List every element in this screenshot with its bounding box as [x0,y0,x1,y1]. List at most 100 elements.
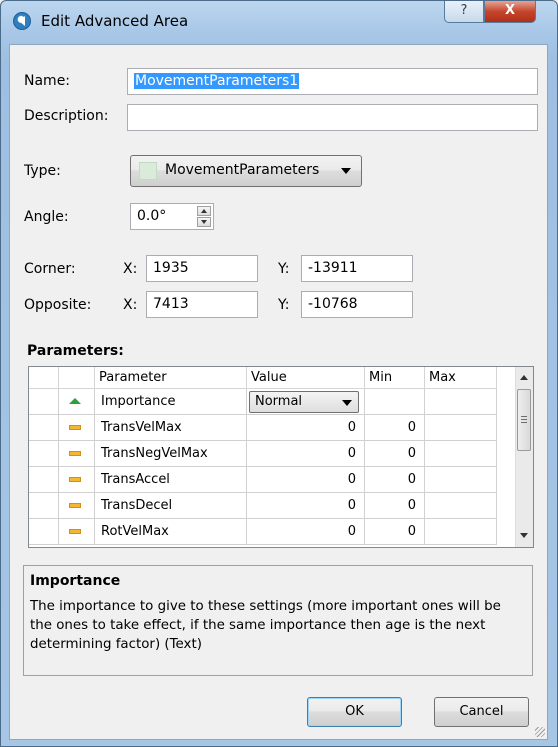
close-button[interactable]: X [484,1,536,23]
column-header-min[interactable]: Min [365,367,425,389]
name-field[interactable]: MovementParameters1 [127,68,538,95]
green-triangle-icon [69,398,81,404]
row-header-cell[interactable] [29,493,59,519]
parameter-max-cell[interactable] [425,519,497,545]
row-header-cell[interactable] [29,441,59,467]
parameter-max-cell[interactable] [425,467,497,493]
type-dropdown[interactable]: MovementParameters [130,155,362,187]
table-row[interactable]: TransVelMax 0 0 [29,415,497,441]
parameter-value-cell[interactable]: Normal [247,389,365,415]
importance-value: Normal [255,394,303,409]
header-blank [29,367,59,389]
window-title: Edit Advanced Area [41,12,189,30]
name-label: Name: [24,73,71,89]
spin-down-icon [201,220,207,224]
angle-spinbox[interactable]: 0.0° [130,203,214,230]
parameter-min-cell[interactable]: 0 [365,493,425,519]
table-row[interactable]: TransNegVelMax 0 0 [29,441,497,467]
parameter-name-cell: TransDecel [95,493,247,519]
parameter-min-cell[interactable]: 0 [365,467,425,493]
parameter-max-cell[interactable] [425,441,497,467]
row-header-cell[interactable] [29,519,59,545]
parameter-min-cell[interactable]: 0 [365,441,425,467]
row-icon-cell [59,519,95,545]
dropdown-arrow-icon [341,168,351,174]
parameter-max-cell[interactable] [425,493,497,519]
row-icon-cell [59,389,95,415]
description-label: Description: [24,108,109,124]
opposite-x-field[interactable]: 7413 [146,291,258,318]
importance-dropdown[interactable]: Normal [249,391,359,413]
type-label: Type: [24,163,61,179]
row-icon-cell [59,493,95,519]
opposite-x-label: X: [123,297,138,313]
scroll-down-icon[interactable] [520,533,528,538]
column-header-value[interactable]: Value [247,367,365,389]
row-header-cell[interactable] [29,467,59,493]
orange-dash-icon [69,477,81,482]
parameter-value-cell[interactable]: 0 [247,415,365,441]
parameter-min-cell[interactable]: 0 [365,415,425,441]
name-value: MovementParameters1 [134,73,300,89]
angle-value: 0.0° [137,208,167,224]
parameter-min-cell[interactable]: 0 [365,519,425,545]
help-title: Importance [30,573,121,589]
parameter-value-cell[interactable]: 0 [247,519,365,545]
table-row[interactable]: TransDecel 0 0 [29,493,497,519]
type-color-swatch [139,162,157,180]
help-button[interactable]: ? [444,1,484,23]
help-icon: ? [460,3,468,18]
spin-up-icon [201,209,207,213]
orange-dash-icon [69,451,81,456]
orange-dash-icon [69,425,81,430]
angle-label: Angle: [24,209,69,225]
ok-button[interactable]: OK [307,697,402,727]
parameter-max-cell[interactable] [425,389,497,415]
app-logo-icon [13,12,31,30]
parameter-value-cell[interactable]: 0 [247,441,365,467]
dialog-client-area: Name: MovementParameters1 Description: T… [9,44,548,740]
column-header-parameter[interactable]: Parameter [95,367,247,389]
header-icon [59,367,95,389]
parameters-heading: Parameters: [27,343,124,359]
title-bar[interactable]: Edit Advanced Area ? X [1,1,557,43]
row-icon-cell [59,415,95,441]
row-header-cell[interactable] [29,415,59,441]
opposite-label: Opposite: [24,297,92,313]
table-row[interactable]: RotVelMax 0 0 [29,519,497,545]
parameter-min-cell[interactable] [365,389,425,415]
row-header-cell[interactable] [29,389,59,415]
opposite-y-label: Y: [278,297,290,313]
parameter-value-cell[interactable]: 0 [247,493,365,519]
cancel-button[interactable]: Cancel [434,697,529,727]
parameters-table: Parameter Value Min Max Importance Normal Tran… [28,366,534,548]
parameter-name-cell: TransVelMax [95,415,247,441]
parameter-max-cell[interactable] [425,415,497,441]
column-header-max[interactable]: Max [425,367,497,389]
parameter-name-cell: RotVelMax [95,519,247,545]
description-field[interactable] [127,104,538,131]
parameter-value-cell[interactable]: 0 [247,467,365,493]
orange-dash-icon [69,503,81,508]
close-icon: X [504,3,516,18]
angle-decrement-button[interactable] [197,217,211,227]
corner-x-field[interactable]: 1935 [146,255,258,282]
row-icon-cell [59,467,95,493]
type-value: MovementParameters [165,162,320,178]
corner-y-label: Y: [278,261,290,277]
table-row[interactable]: Importance Normal [29,389,497,415]
row-icon-cell [59,441,95,467]
opposite-y-field[interactable]: -10768 [301,291,413,318]
dialog-window: Edit Advanced Area ? X Name: MovementPar… [0,0,558,747]
table-row[interactable]: TransAccel 0 0 [29,467,497,493]
parameter-name-cell: TransAccel [95,467,247,493]
corner-label: Corner: [24,261,76,277]
scroll-up-icon[interactable] [520,375,528,380]
angle-increment-button[interactable] [197,206,211,216]
scroll-thumb[interactable] [517,389,531,451]
vertical-scrollbar[interactable] [515,367,533,547]
corner-y-field[interactable]: -13911 [301,255,413,282]
dropdown-arrow-icon [342,400,352,406]
resize-grip[interactable] [535,727,545,737]
orange-dash-icon [69,529,81,534]
